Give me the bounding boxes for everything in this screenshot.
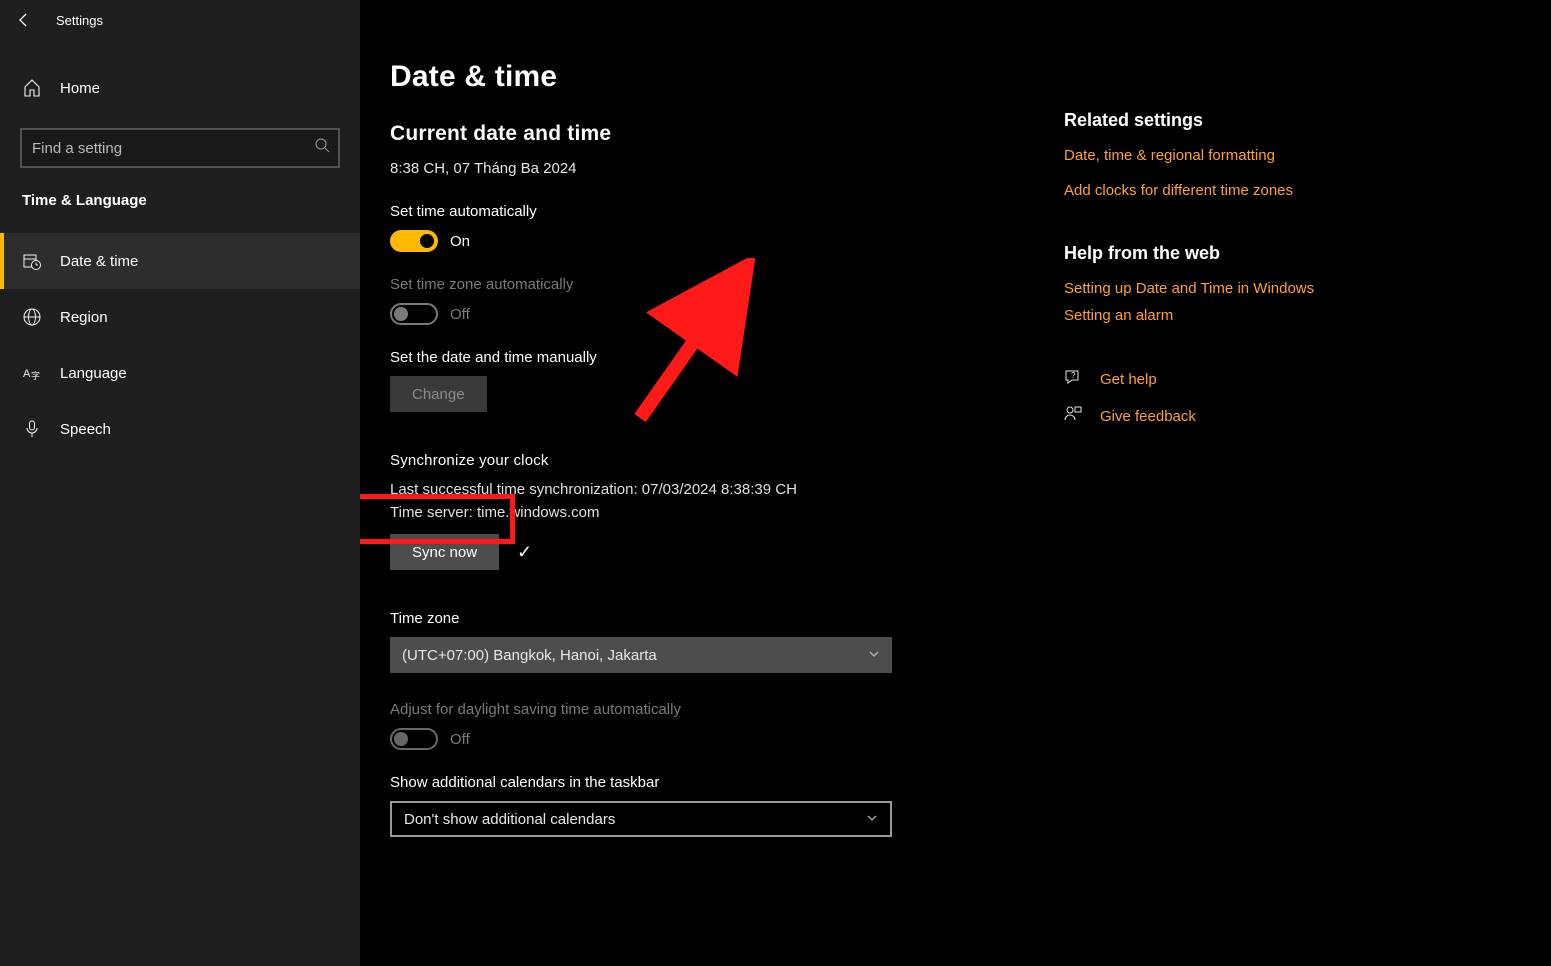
svg-text:字: 字 bbox=[31, 370, 40, 381]
dst-state: Off bbox=[450, 731, 470, 748]
auto-tz-label: Set time zone automatically bbox=[390, 276, 1030, 293]
nav-label: Speech bbox=[60, 421, 111, 438]
main-area: Date & time Current date and time 8:38 C… bbox=[360, 0, 1551, 966]
get-help-link[interactable]: Get help bbox=[1100, 369, 1157, 390]
addcal-value: Don't show additional calendars bbox=[404, 811, 615, 828]
auto-time-toggle[interactable] bbox=[390, 230, 438, 252]
arrow-left-icon bbox=[16, 12, 32, 28]
window-title: Settings bbox=[56, 13, 103, 28]
nav-item-region[interactable]: Region bbox=[0, 289, 360, 345]
link-add-clocks[interactable]: Add clocks for different time zones bbox=[1064, 180, 1370, 201]
back-button[interactable] bbox=[0, 0, 48, 40]
sync-server-line: Time server: time.windows.com bbox=[390, 502, 1030, 525]
auto-time-state: On bbox=[450, 233, 470, 250]
calendar-clock-icon bbox=[22, 251, 42, 271]
timezone-select[interactable]: (UTC+07:00) Bangkok, Hanoi, Jakarta bbox=[390, 637, 892, 673]
microphone-icon bbox=[22, 419, 42, 439]
nav-item-language[interactable]: A字 Language bbox=[0, 345, 360, 401]
addcal-label: Show additional calendars in the taskbar bbox=[390, 774, 1030, 791]
link-regional-formatting[interactable]: Date, time & regional formatting bbox=[1064, 145, 1370, 166]
globe-icon bbox=[22, 307, 42, 327]
page-title: Date & time bbox=[390, 60, 1030, 94]
sync-heading: Synchronize your clock bbox=[390, 452, 1030, 469]
auto-time-label: Set time automatically bbox=[390, 203, 1030, 220]
titlebar: Settings bbox=[0, 0, 1551, 40]
auto-tz-state: Off bbox=[450, 306, 470, 323]
home-nav[interactable]: Home bbox=[0, 60, 360, 116]
home-icon bbox=[22, 78, 42, 98]
dst-label: Adjust for daylight saving time automati… bbox=[390, 701, 1030, 718]
nav-item-date-time[interactable]: Date & time bbox=[0, 233, 360, 289]
nav-label: Region bbox=[60, 309, 108, 326]
nav-category: Time & Language bbox=[0, 176, 360, 223]
feedback-icon bbox=[1064, 405, 1084, 428]
right-pane: Related settings Date, time & regional f… bbox=[1030, 60, 1370, 936]
help-icon: ? bbox=[1064, 368, 1084, 391]
auto-tz-toggle[interactable] bbox=[390, 303, 438, 325]
nav-item-speech[interactable]: Speech bbox=[0, 401, 360, 457]
svg-text:?: ? bbox=[1071, 371, 1076, 380]
search-input[interactable] bbox=[32, 140, 315, 157]
content: Date & time Current date and time 8:38 C… bbox=[390, 60, 1030, 936]
language-icon: A字 bbox=[22, 363, 42, 383]
current-dt-value: 8:38 CH, 07 Tháng Ba 2024 bbox=[390, 160, 1030, 177]
link-setting-alarm[interactable]: Setting an alarm bbox=[1064, 305, 1370, 326]
chevron-down-icon bbox=[866, 811, 878, 828]
svg-text:A: A bbox=[23, 368, 31, 380]
sidebar: Home Time & Language Date & time Region … bbox=[0, 0, 360, 966]
change-button: Change bbox=[390, 376, 487, 412]
feedback-row[interactable]: Give feedback bbox=[1064, 405, 1370, 428]
timezone-label: Time zone bbox=[390, 610, 1030, 627]
dst-toggle bbox=[390, 728, 438, 750]
checkmark-icon: ✓ bbox=[517, 542, 532, 563]
sync-last-line: Last successful time synchronization: 07… bbox=[390, 479, 1030, 502]
nav-label: Language bbox=[60, 365, 127, 382]
home-label: Home bbox=[60, 80, 100, 97]
link-setup-date-time[interactable]: Setting up Date and Time in Windows bbox=[1064, 278, 1370, 299]
search-box[interactable] bbox=[20, 128, 340, 168]
search-icon bbox=[315, 138, 330, 158]
feedback-link[interactable]: Give feedback bbox=[1100, 406, 1196, 427]
manual-dt-label: Set the date and time manually bbox=[390, 349, 1030, 366]
chevron-down-icon bbox=[868, 647, 880, 664]
help-heading: Help from the web bbox=[1064, 243, 1370, 264]
get-help-row[interactable]: ? Get help bbox=[1064, 368, 1370, 391]
sync-now-button[interactable]: Sync now bbox=[390, 534, 499, 570]
addcal-select[interactable]: Don't show additional calendars bbox=[390, 801, 892, 837]
nav-label: Date & time bbox=[60, 253, 138, 270]
timezone-value: (UTC+07:00) Bangkok, Hanoi, Jakarta bbox=[402, 647, 657, 664]
related-heading: Related settings bbox=[1064, 110, 1370, 131]
current-dt-heading: Current date and time bbox=[390, 122, 1030, 146]
